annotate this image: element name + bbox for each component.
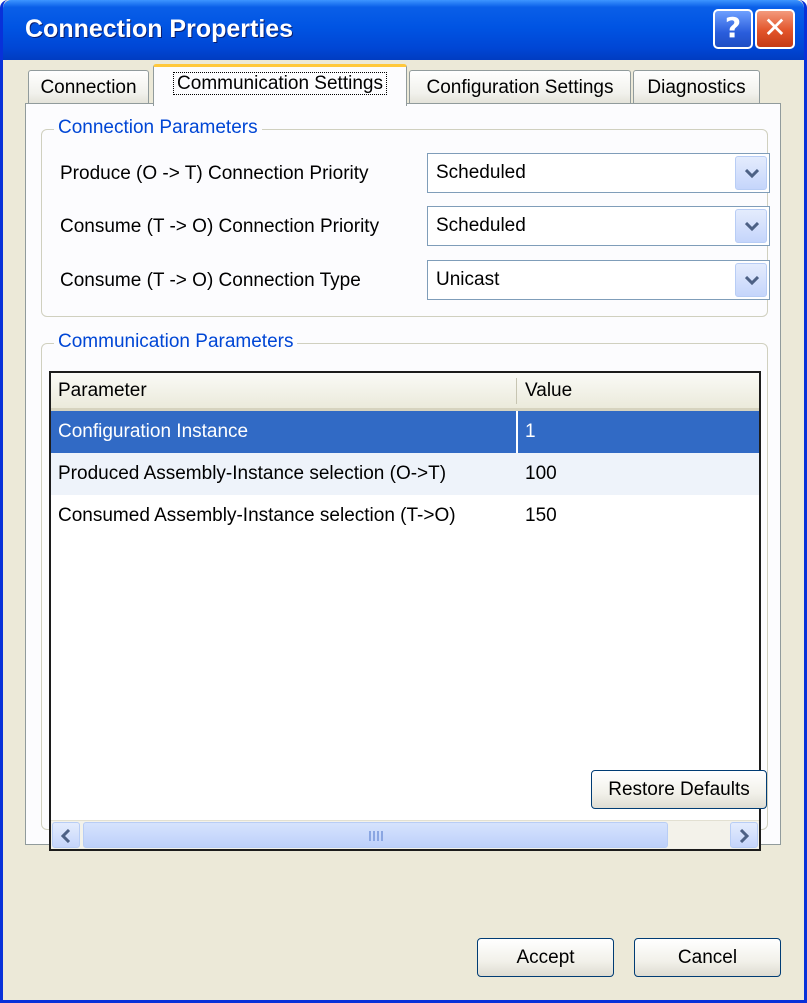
value-cell[interactable]: 1 <box>525 421 536 443</box>
chevron-down-icon[interactable] <box>735 263 767 297</box>
column-divider[interactable] <box>516 378 517 404</box>
communication-parameters-group: Communication Parameters Parameter Value… <box>41 331 768 851</box>
tab-communication-settings[interactable]: Communication Settings <box>153 64 407 106</box>
consume-type-label: Consume (T -> O) Connection Type <box>60 270 361 291</box>
title-bar[interactable]: Connection Properties ? ✕ <box>3 0 804 60</box>
table-row[interactable]: Produced Assembly-Instance selection (O-… <box>51 453 759 495</box>
cancel-button[interactable]: Cancel <box>634 938 781 977</box>
tab-label: Connection <box>40 77 137 98</box>
scroll-right-button[interactable] <box>730 822 758 848</box>
accept-button[interactable]: Accept <box>477 938 614 977</box>
connection-parameters-group: Connection Parameters Produce (O -> T) C… <box>41 117 770 317</box>
tab-connection[interactable]: Connection <box>28 70 149 103</box>
tab-panel: Connection Parameters Produce (O -> T) C… <box>25 103 781 851</box>
select-value: Scheduled <box>436 215 526 236</box>
scrollbar-thumb[interactable] <box>83 822 668 848</box>
parameter-cell: Produced Assembly-Instance selection (O-… <box>58 463 447 484</box>
chevron-down-icon[interactable] <box>735 209 767 243</box>
column-header-value[interactable]: Value <box>525 380 572 402</box>
select-value: Unicast <box>436 269 500 290</box>
tab-configuration-settings[interactable]: Configuration Settings <box>409 70 631 103</box>
consume-priority-label: Consume (T -> O) Connection Priority <box>60 216 380 237</box>
group-label: Communication Parameters <box>54 331 298 353</box>
horizontal-scrollbar[interactable] <box>51 820 759 849</box>
connection-properties-dialog: Connection Properties ? ✕ Connection Com… <box>0 0 807 1003</box>
close-button[interactable]: ✕ <box>755 9 795 49</box>
tab-label: Configuration Settings <box>426 77 614 98</box>
value-cell[interactable]: 100 <box>525 463 557 485</box>
value-cell[interactable]: 150 <box>525 505 557 527</box>
window-title: Connection Properties <box>25 15 294 43</box>
tab-label: Communication Settings <box>173 72 387 95</box>
produce-priority-label: Produce (O -> T) Connection Priority <box>60 163 369 184</box>
chevron-left-icon <box>61 829 71 843</box>
list-header: Parameter Value <box>51 373 759 411</box>
scroll-left-button[interactable] <box>52 822 80 848</box>
grip-icon <box>369 831 383 841</box>
select-value: Scheduled <box>436 162 526 183</box>
tab-diagnostics[interactable]: Diagnostics <box>633 70 760 103</box>
produce-priority-select[interactable]: Scheduled <box>427 153 770 193</box>
parameter-cell: Configuration Instance <box>58 421 249 442</box>
cell-divider <box>516 411 518 453</box>
group-label: Connection Parameters <box>54 117 262 139</box>
table-row[interactable]: Consumed Assembly-Instance selection (T-… <box>51 495 759 537</box>
restore-defaults-button[interactable]: Restore Defaults <box>591 770 767 809</box>
consume-priority-select[interactable]: Scheduled <box>427 206 770 246</box>
consume-type-select[interactable]: Unicast <box>427 260 770 300</box>
parameter-cell: Consumed Assembly-Instance selection (T-… <box>58 505 456 526</box>
tab-label: Diagnostics <box>647 77 746 98</box>
chevron-down-icon[interactable] <box>735 156 767 190</box>
help-button[interactable]: ? <box>713 9 753 49</box>
column-header-parameter[interactable]: Parameter <box>58 380 147 402</box>
table-row[interactable]: Configuration Instance 1 <box>51 411 759 453</box>
chevron-right-icon <box>739 829 749 843</box>
